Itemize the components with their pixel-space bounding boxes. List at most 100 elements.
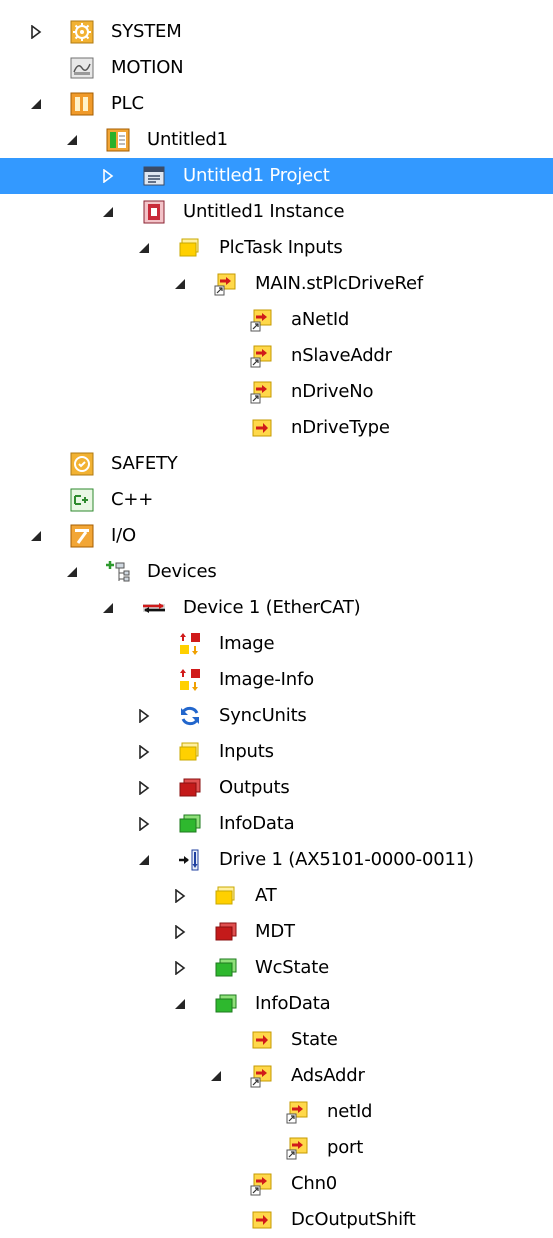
tree-item-outputs[interactable]: Outputs [0,770,553,806]
tree-item-label: C++ [111,489,154,510]
folder-red-icon [178,776,202,800]
tree-item-label: port [327,1137,364,1158]
tree-item-dcoutputshift[interactable]: DcOutputShift [0,1202,553,1238]
tree-item-ndrivetype[interactable]: nDriveType [0,410,553,446]
solution-tree: SYSTEM MOTION PLC Untitled1 Untitled1 Pr… [0,0,553,1232]
sync-icon [178,704,202,728]
folder-yellow-icon [178,740,202,764]
plc-icon [70,92,94,116]
tree-item-infodata[interactable]: InfoData [0,806,553,842]
tree-item-netid[interactable]: netId [0,1094,553,1130]
tree-item-label: Untitled1 Project [183,165,330,186]
collapse-arrow-icon[interactable] [96,590,120,626]
tree-item-label: SAFETY [111,453,178,474]
tree-item-cpp[interactable]: C++ [0,482,553,518]
project-file-icon [142,164,166,188]
tree-item-untitled1-project[interactable]: Untitled1 Project [0,158,553,194]
tree-item-chn0[interactable]: Chn0 [0,1166,553,1202]
tree-item-label: PlcTask Inputs [219,237,343,258]
collapse-arrow-icon[interactable] [204,1058,228,1094]
collapse-arrow-icon[interactable] [60,554,84,590]
tree-item-label: I/O [111,525,136,546]
tree-item-devices[interactable]: Devices [0,554,553,590]
tree-item-label: Image-Info [219,669,314,690]
tree-item-image-info[interactable]: Image-Info [0,662,553,698]
tree-item-untitled1-instance[interactable]: Untitled1 Instance [0,194,553,230]
expand-arrow-icon[interactable] [168,950,192,986]
expand-arrow-icon[interactable] [132,698,156,734]
collapse-arrow-icon[interactable] [168,266,192,302]
folder-green-icon [214,992,238,1016]
tree-item-label: aNetId [291,309,350,330]
collapse-arrow-icon[interactable] [24,86,48,122]
folder-red-icon [214,920,238,944]
input-variable-linked-icon [250,1064,274,1088]
tree-item-plc[interactable]: PLC [0,86,553,122]
input-variable-icon [250,1028,274,1052]
tree-item-nslaveaddr[interactable]: nSlaveAddr [0,338,553,374]
tree-item-drive-infodata[interactable]: InfoData [0,986,553,1022]
input-variable-linked-icon [250,1172,274,1196]
tree-item-port[interactable]: port [0,1130,553,1166]
tree-item-label: Device 1 (EtherCAT) [183,597,361,618]
tree-item-wcstate[interactable]: WcState [0,950,553,986]
tree-item-image[interactable]: Image [0,626,553,662]
tree-item-plctask-inputs[interactable]: PlcTask Inputs [0,230,553,266]
tree-item-label: Untitled1 [147,129,228,150]
tree-item-label: MAIN.stPlcDriveRef [255,273,424,294]
expand-arrow-icon[interactable] [168,914,192,950]
tree-item-label: nDriveNo [291,381,374,402]
tree-item-mdt[interactable]: MDT [0,914,553,950]
collapse-arrow-icon[interactable] [132,230,156,266]
collapse-arrow-icon[interactable] [24,518,48,554]
expand-arrow-icon[interactable] [132,806,156,842]
expand-arrow-icon[interactable] [96,158,120,194]
tree-item-motion[interactable]: MOTION [0,50,553,86]
cpp-icon [70,488,94,512]
tree-item-label: MDT [255,921,295,942]
tree-item-label: AT [255,885,277,906]
safety-icon [70,452,94,476]
tree-item-device1[interactable]: Device 1 (EtherCAT) [0,590,553,626]
tree-item-label: netId [327,1101,373,1122]
image-icon [178,668,202,692]
input-variable-icon [250,1208,274,1232]
tree-item-label: SYSTEM [111,21,182,42]
collapse-arrow-icon[interactable] [168,986,192,1022]
expand-arrow-icon[interactable] [132,770,156,806]
expand-arrow-icon[interactable] [132,734,156,770]
drive-icon [178,848,202,872]
tree-item-drive1[interactable]: Drive 1 (AX5101-0000-0011) [0,842,553,878]
tree-item-untitled1[interactable]: Untitled1 [0,122,553,158]
tree-item-syncunits[interactable]: SyncUnits [0,698,553,734]
tree-item-system[interactable]: SYSTEM [0,14,553,50]
tree-item-main-stplcdriveref[interactable]: MAIN.stPlcDriveRef [0,266,553,302]
input-variable-icon [250,416,274,440]
tree-item-label: Untitled1 Instance [183,201,345,222]
tree-item-label: Image [219,633,275,654]
tree-item-at[interactable]: AT [0,878,553,914]
tree-item-label: WcState [255,957,329,978]
input-variable-linked-icon [286,1136,310,1160]
tree-item-label: Outputs [219,777,290,798]
tree-item-label: State [291,1029,338,1050]
tree-item-ndriveno[interactable]: nDriveNo [0,374,553,410]
ethercat-device-icon [142,596,166,620]
tree-item-io[interactable]: I/O [0,518,553,554]
tree-item-label: DcOutputShift [291,1209,416,1230]
tree-item-adsaddr[interactable]: AdsAddr [0,1058,553,1094]
collapse-arrow-icon[interactable] [132,842,156,878]
expand-arrow-icon[interactable] [168,878,192,914]
folder-yellow-icon [214,884,238,908]
tree-item-anetid[interactable]: aNetId [0,302,553,338]
tree-item-state[interactable]: State [0,1022,553,1058]
tree-item-label: Chn0 [291,1173,338,1194]
expand-arrow-icon[interactable] [24,14,48,50]
tree-item-label: AdsAddr [291,1065,365,1086]
tree-item-inputs[interactable]: Inputs [0,734,553,770]
folder-green-icon [178,812,202,836]
collapse-arrow-icon[interactable] [60,122,84,158]
tree-item-safety[interactable]: SAFETY [0,446,553,482]
collapse-arrow-icon[interactable] [96,194,120,230]
tree-item-label: SyncUnits [219,705,307,726]
